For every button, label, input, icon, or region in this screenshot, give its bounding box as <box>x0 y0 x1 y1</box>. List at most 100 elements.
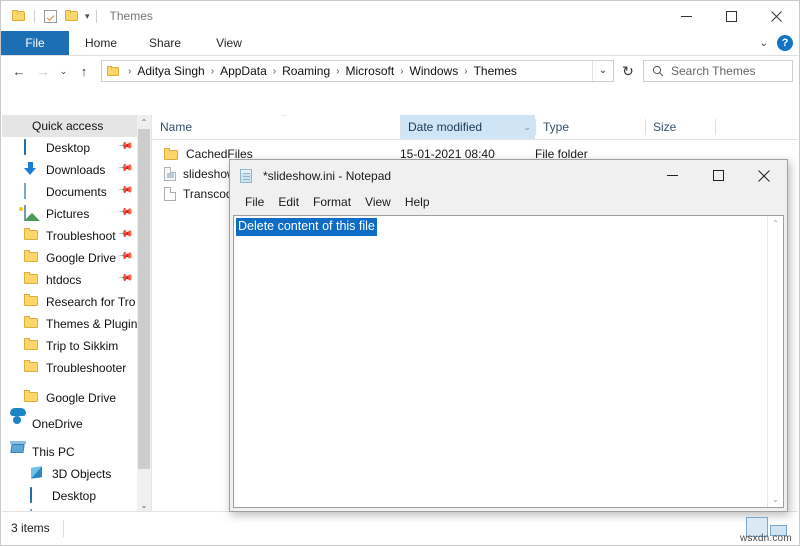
scroll-up-arrow-icon[interactable]: ⌃ <box>137 115 151 129</box>
desktop-icon <box>24 140 40 156</box>
sidebar-item-research-for-tro[interactable]: Research for Tro <box>2 291 137 313</box>
notepad-scroll-down-icon[interactable]: ⌄ <box>768 492 783 507</box>
up-button[interactable]: ↑ <box>72 59 96 83</box>
sidebar-item-this-pc[interactable]: This PC <box>2 441 137 463</box>
sidebar-item-downloads[interactable]: Downloads 📌 <box>2 159 137 181</box>
properties-checkmark-icon[interactable] <box>39 5 61 27</box>
explorer-window-title: Themes <box>110 9 153 23</box>
column-header-type[interactable]: Type <box>535 115 645 139</box>
column-dropdown-icon[interactable]: ⌄ <box>523 115 531 139</box>
menu-file[interactable]: File <box>238 195 271 209</box>
download-icon <box>24 162 40 178</box>
column-header-name[interactable]: Name <box>152 115 400 139</box>
notepad-menu-bar: File Edit Format View Help <box>230 191 787 212</box>
qat-folder-icon[interactable] <box>8 5 30 27</box>
breadcrumb-item-roaming[interactable]: Roaming <box>281 64 331 78</box>
menu-view[interactable]: View <box>358 195 398 209</box>
notepad-minimize-button[interactable] <box>649 160 695 191</box>
notepad-selected-text[interactable]: Delete content of this file <box>236 218 377 236</box>
desktop-icon <box>30 488 46 504</box>
notepad-vertical-scrollbar[interactable]: ⌃ ⌄ <box>767 216 783 507</box>
item-count-label: 3 items <box>2 521 50 535</box>
ribbon-expand-chevron-icon[interactable]: ⌄ <box>760 38 768 49</box>
sidebar-item-label: Troubleshooter <box>46 361 126 375</box>
column-header-size[interactable]: Size <box>645 115 715 139</box>
column-divider-4[interactable] <box>715 119 716 135</box>
sidebar-item-onedrive[interactable]: OneDrive <box>2 413 137 435</box>
sidebar-item-troubleshooter[interactable]: Troubleshooter <box>2 357 137 379</box>
column-headers: Name ⌃ Date modified ⌄ Type Size <box>152 115 798 140</box>
breadcrumb[interactable]: › Aditya Singh › AppData › Roaming › Mic… <box>101 60 614 82</box>
tab-view[interactable]: View <box>197 31 261 55</box>
sidebar-item-desktop-pc[interactable]: Desktop <box>2 485 137 507</box>
back-button[interactable]: ← <box>7 59 31 83</box>
scrollbar-thumb[interactable] <box>138 129 150 469</box>
notepad-scroll-up-icon[interactable]: ⌃ <box>768 216 783 231</box>
explorer-minimize-button[interactable] <box>664 1 709 31</box>
pin-icon[interactable]: 📌 <box>116 138 133 155</box>
file-icon <box>164 187 176 201</box>
explorer-maximize-button[interactable] <box>709 1 754 31</box>
help-icon[interactable]: ? <box>777 35 793 51</box>
column-divider-2[interactable] <box>535 119 536 135</box>
sidebar-item-pictures[interactable]: Pictures 📌 <box>2 203 137 225</box>
notepad-text-area[interactable]: Delete content of this file <box>234 216 767 507</box>
breadcrumb-item-appdata[interactable]: AppData <box>219 64 268 78</box>
breadcrumb-dropdown-icon[interactable]: ⌄ <box>592 61 613 81</box>
pin-icon[interactable]: 📌 <box>116 204 133 221</box>
sidebar-item-google-drive[interactable]: Google Drive <box>2 387 137 409</box>
tab-share[interactable]: Share <box>133 31 197 55</box>
menu-format[interactable]: Format <box>306 195 358 209</box>
breadcrumb-separator-2: › <box>268 66 281 77</box>
folder-icon <box>24 250 40 266</box>
sidebar-item-label: Google Drive <box>46 391 116 405</box>
status-bar: 3 items <box>2 511 798 544</box>
breadcrumb-folder-icon <box>107 66 120 77</box>
menu-help[interactable]: Help <box>398 195 437 209</box>
folder-icon <box>24 390 40 406</box>
sidebar-item-themes-and-plugin[interactable]: Themes & Plugin <box>2 313 137 335</box>
sidebar-item-quick-access[interactable]: Quick access <box>2 115 137 137</box>
qat-customize-chevron-icon[interactable]: ▾ <box>83 12 92 21</box>
new-folder-icon[interactable] <box>61 5 83 27</box>
breadcrumb-separator-5: › <box>459 66 472 77</box>
folder-icon <box>24 228 40 244</box>
onedrive-icon <box>10 416 26 432</box>
tab-home[interactable]: Home <box>69 31 133 55</box>
notepad-title: *slideshow.ini - Notepad <box>263 169 391 183</box>
pin-icon[interactable]: 📌 <box>116 226 133 243</box>
breadcrumb-item-user[interactable]: Aditya Singh <box>136 64 205 78</box>
sidebar-item-desktop[interactable]: Desktop 📌 <box>2 137 137 159</box>
column-divider-1[interactable] <box>400 119 401 135</box>
notepad-maximize-button[interactable] <box>695 160 741 191</box>
explorer-close-button[interactable] <box>754 1 799 31</box>
refresh-button[interactable]: ↻ <box>615 60 641 82</box>
column-header-date-modified[interactable]: Date modified ⌄ <box>400 115 535 139</box>
pin-icon[interactable]: 📌 <box>116 160 133 177</box>
pin-icon[interactable]: 📌 <box>116 182 133 199</box>
pin-icon[interactable]: 📌 <box>116 270 133 287</box>
sidebar-item-3d-objects[interactable]: 3D Objects <box>2 463 137 485</box>
sidebar-item-htdocs[interactable]: htdocs 📌 <box>2 269 137 291</box>
navigation-pane-scrollbar[interactable]: ⌃ ⌄ <box>137 115 152 512</box>
sidebar-item-google-drive-qa[interactable]: Google Drive 📌 <box>2 247 137 269</box>
breadcrumb-item-themes[interactable]: Themes <box>473 64 518 78</box>
sort-ascending-caret-icon: ⌃ <box>280 115 288 123</box>
explorer-title-bar: ▾ Themes <box>1 1 799 31</box>
breadcrumb-item-windows[interactable]: Windows <box>409 64 460 78</box>
qat-separator-1 <box>34 10 35 23</box>
breadcrumb-item-microsoft[interactable]: Microsoft <box>345 64 396 78</box>
menu-edit[interactable]: Edit <box>271 195 306 209</box>
sidebar-item-documents[interactable]: Documents 📌 <box>2 181 137 203</box>
forward-button[interactable]: → <box>31 59 55 83</box>
column-divider-3[interactable] <box>645 119 646 135</box>
scroll-down-arrow-icon[interactable]: ⌄ <box>137 498 151 512</box>
search-input[interactable]: Search Themes <box>643 60 793 82</box>
sidebar-item-trip-to-sikkim[interactable]: Trip to Sikkim <box>2 335 137 357</box>
recent-locations-button[interactable]: ⌄ <box>55 59 72 83</box>
notepad-close-button[interactable] <box>741 160 787 191</box>
breadcrumb-separator-1: › <box>206 66 219 77</box>
sidebar-item-troubleshoot[interactable]: Troubleshoot 📌 <box>2 225 137 247</box>
tab-file[interactable]: File <box>1 31 69 55</box>
pin-icon[interactable]: 📌 <box>116 248 133 265</box>
